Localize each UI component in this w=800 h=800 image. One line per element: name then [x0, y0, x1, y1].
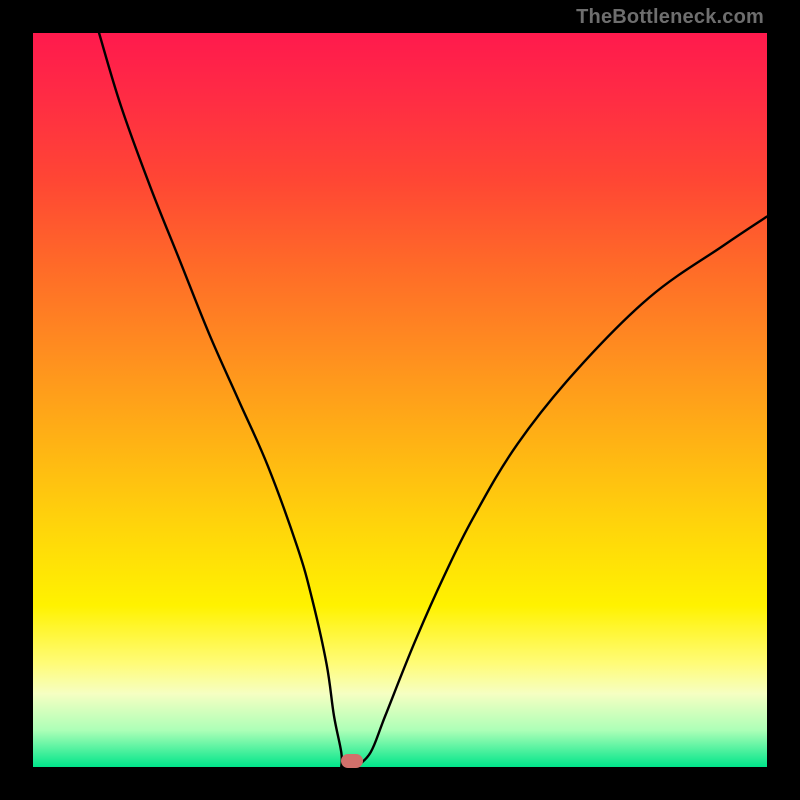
- optimal-point-marker: [341, 754, 363, 768]
- watermark-text: TheBottleneck.com: [576, 6, 764, 29]
- chart-frame: TheBottleneck.com: [0, 0, 800, 800]
- plot-area: [33, 33, 767, 767]
- bottleneck-curve: [33, 33, 767, 767]
